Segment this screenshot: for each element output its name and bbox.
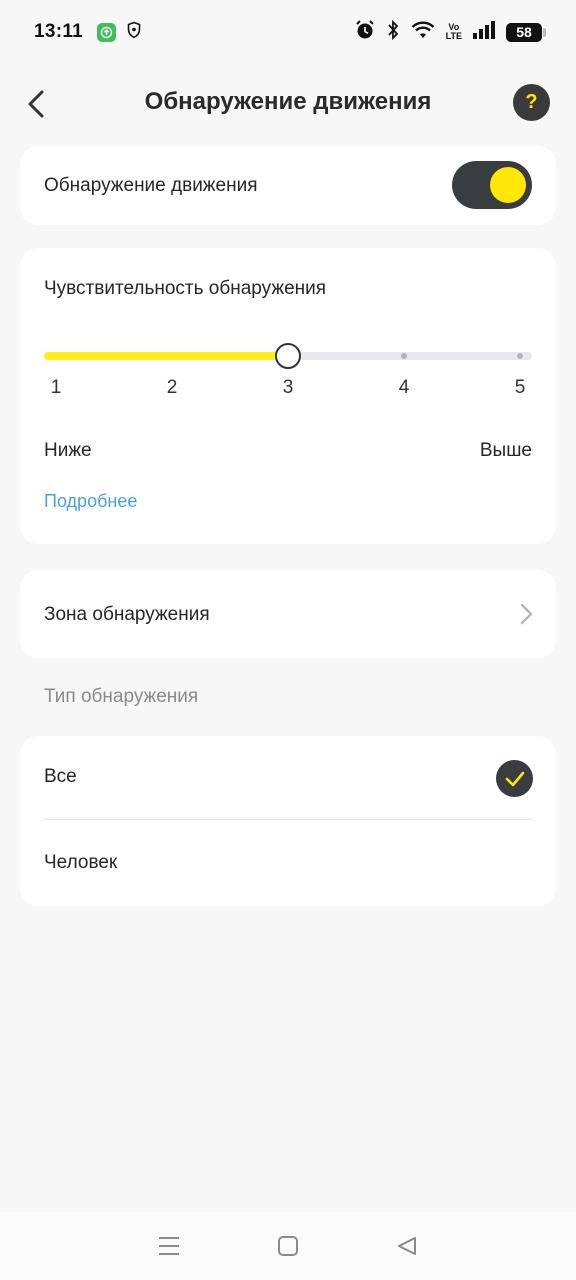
detection-zone-row[interactable]: Зона обнаружения — [20, 570, 556, 658]
recents-button[interactable] — [154, 1231, 184, 1261]
slider-step-dot — [517, 353, 523, 359]
detection-type-option-human[interactable]: Человек — [20, 822, 556, 906]
status-system-icons: Vo LTE 58 — [354, 19, 546, 46]
check-icon — [496, 760, 533, 797]
slider-step-dot — [401, 353, 407, 359]
battery-icon: 58 — [506, 22, 546, 42]
motion-detection-toggle[interactable] — [452, 161, 532, 209]
volte-icon: Vo LTE — [446, 23, 462, 41]
triangle-back-icon — [397, 1237, 416, 1255]
option-label: Все — [44, 766, 77, 787]
chevron-right-icon — [520, 603, 533, 625]
volte-bottom-text: LTE — [445, 31, 462, 41]
tick-label-5: 5 — [514, 377, 526, 398]
alarm-icon — [354, 19, 376, 46]
tick-label-4: 4 — [398, 377, 410, 398]
detection-type-option-all[interactable]: Все — [20, 736, 556, 820]
lower-label: Ниже — [44, 440, 92, 461]
help-button[interactable]: ? — [513, 84, 550, 121]
home-button[interactable] — [273, 1231, 303, 1261]
back-nav-button[interactable] — [392, 1231, 422, 1261]
shield-icon — [126, 21, 142, 44]
signal-icon — [472, 20, 496, 45]
page-title: Обнаружение движения — [144, 88, 432, 115]
option-label: Человек — [44, 852, 118, 873]
more-info-link[interactable]: Подробнее — [44, 491, 137, 512]
toggle-knob — [490, 167, 526, 203]
motion-detection-card: Обнаружение движения — [20, 146, 556, 225]
higher-label: Выше — [479, 440, 532, 461]
sensitivity-card: Чувствительность обнаружения 1 2 3 4 5 Н… — [20, 248, 556, 544]
status-bar: 13:11 Vo LTE 58 — [0, 0, 576, 64]
tick-label-3: 3 — [282, 377, 294, 398]
motion-detection-label: Обнаружение движения — [44, 175, 258, 196]
wifi-icon — [410, 20, 436, 45]
sensitivity-title: Чувствительность обнаружения — [44, 278, 327, 299]
bluetooth-icon — [386, 19, 400, 46]
slider-thumb[interactable] — [275, 343, 301, 369]
sensitivity-slider[interactable] — [44, 343, 532, 369]
detection-type-card: Все Человек — [20, 736, 556, 906]
status-time: 13:11 — [34, 21, 84, 42]
menu-icon — [159, 1237, 180, 1255]
app-header: Обнаружение движения ? — [0, 64, 576, 144]
square-icon — [277, 1236, 298, 1256]
system-nav-bar — [0, 1212, 576, 1280]
slider-fill — [44, 352, 288, 360]
detection-type-section-title: Тип обнаружения — [44, 686, 199, 707]
green-app-icon — [97, 22, 117, 42]
tick-label-2: 2 — [166, 377, 178, 398]
divider — [44, 819, 532, 820]
status-notification-icons — [97, 21, 142, 44]
tick-label-1: 1 — [50, 377, 62, 398]
detection-zone-label: Зона обнаружения — [44, 604, 210, 625]
